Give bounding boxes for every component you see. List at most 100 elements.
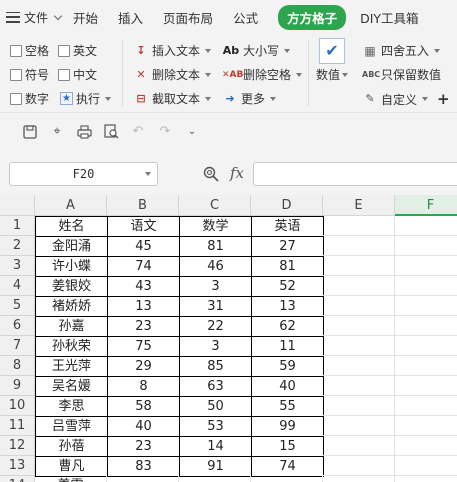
checkbox-box[interactable] [58, 44, 70, 57]
checkbox-number[interactable]: 数字 [10, 90, 49, 107]
cell-e7[interactable] [323, 336, 395, 356]
cell-d9[interactable]: 40 [251, 376, 324, 397]
cell-d8[interactable]: 59 [251, 356, 324, 377]
tab-formulas[interactable]: 公式 [233, 8, 258, 27]
cell-b1[interactable]: 语文 [107, 216, 180, 237]
row-header-1[interactable]: 1 [0, 216, 35, 236]
cell-d2[interactable]: 27 [251, 236, 324, 257]
delete-text-button[interactable]: ✕ 删除文本 [133, 66, 212, 83]
row-header-13[interactable]: 13 [0, 456, 35, 476]
plus-icon[interactable]: + [437, 90, 450, 108]
spreadsheet-grid[interactable]: A B C D E F 1 姓名 语文 数学 英语 2 金阳涌 45 81 27 3 许小蝶 74 46 81 4 姜银姣 4… [0, 195, 457, 482]
cell-a2[interactable]: 金阳涌 [35, 236, 108, 257]
zoom-search-icon[interactable] [203, 166, 219, 186]
row-header-2[interactable]: 2 [0, 236, 35, 256]
cell-e9[interactable] [323, 376, 395, 396]
row-header-14[interactable]: 14 [0, 476, 35, 482]
cell-e14[interactable] [323, 476, 395, 482]
select-all-corner[interactable] [0, 195, 35, 216]
delete-space-button[interactable]: ✕AB 删除空格 [222, 66, 303, 83]
tab-diy-toolbox[interactable]: DIY工具箱 [360, 8, 418, 27]
cell-a8[interactable]: 王光萍 [35, 356, 108, 377]
cell-f13[interactable] [395, 456, 457, 476]
cell-d12[interactable]: 15 [251, 436, 324, 457]
checkbox-box[interactable] [58, 68, 70, 81]
cell-f5[interactable] [395, 296, 457, 316]
cell-c13[interactable]: 91 [179, 456, 252, 477]
checkbox-symbol[interactable]: 符号 [10, 66, 49, 83]
cell-c4[interactable]: 3 [179, 276, 252, 297]
cell-a14[interactable]: 姜雪 [35, 476, 107, 482]
cell-c2[interactable]: 81 [179, 236, 252, 257]
row-header-3[interactable]: 3 [0, 256, 35, 276]
cell-f3[interactable] [395, 256, 457, 276]
cell-c3[interactable]: 46 [179, 256, 252, 277]
execute-button[interactable]: ★ 执行 [60, 90, 112, 107]
cell-b4[interactable]: 43 [107, 276, 180, 297]
checkbox-box[interactable] [10, 44, 22, 57]
cell-a6[interactable]: 孙嘉 [35, 316, 108, 337]
cell-c6[interactable]: 22 [179, 316, 252, 337]
formula-input[interactable] [253, 162, 457, 186]
cell-f6[interactable] [395, 316, 457, 336]
insert-text-button[interactable]: ↧ 插入文本 [133, 42, 212, 59]
cell-f4[interactable] [395, 276, 457, 296]
column-header-e[interactable]: E [323, 195, 395, 216]
redo-icon[interactable]: ↷ [157, 124, 173, 140]
cell-d10[interactable]: 55 [251, 396, 324, 417]
tab-home[interactable]: 开始 [73, 8, 98, 27]
cell-e12[interactable] [323, 436, 395, 456]
cell-c7[interactable]: 3 [179, 336, 252, 357]
cell-a1[interactable]: 姓名 [35, 216, 108, 237]
cell-b10[interactable]: 58 [107, 396, 180, 417]
cell-e8[interactable] [323, 356, 395, 376]
cell-f2[interactable] [395, 236, 457, 256]
row-header-11[interactable]: 11 [0, 416, 35, 436]
cell-b14[interactable] [107, 476, 179, 482]
cell-f12[interactable] [395, 436, 457, 456]
cell-e10[interactable] [323, 396, 395, 416]
keep-value-button[interactable]: ABC 只保留数值 [362, 66, 441, 83]
cell-f9[interactable] [395, 376, 457, 396]
customize-toolbar-icon[interactable]: ⌄ [184, 124, 200, 140]
cell-d11[interactable]: 99 [251, 416, 324, 437]
cell-d5[interactable]: 13 [251, 296, 324, 317]
custom-button[interactable]: ✎ 自定义 + [362, 90, 450, 108]
cell-d13[interactable]: 74 [251, 456, 324, 477]
fx-icon[interactable]: fx [230, 164, 244, 182]
tab-fangfang[interactable]: 方方格子 [278, 4, 347, 30]
cell-f14[interactable] [395, 476, 457, 482]
cell-b8[interactable]: 29 [107, 356, 180, 377]
cell-f11[interactable] [395, 416, 457, 436]
cell-b5[interactable]: 13 [107, 296, 180, 317]
cell-e4[interactable] [323, 276, 395, 296]
cell-a9[interactable]: 吴名媛 [35, 376, 108, 397]
cell-b11[interactable]: 40 [107, 416, 180, 437]
save-icon[interactable] [22, 124, 38, 140]
cell-b13[interactable]: 83 [107, 456, 180, 477]
cell-a13[interactable]: 曹凡 [35, 456, 108, 477]
cell-c5[interactable]: 31 [179, 296, 252, 317]
cell-c12[interactable]: 14 [179, 436, 252, 457]
cell-a11[interactable]: 吕雪萍 [35, 416, 108, 437]
tab-insert[interactable]: 插入 [118, 8, 143, 27]
checkbox-box[interactable] [10, 68, 22, 81]
name-box[interactable]: F20 [9, 162, 158, 186]
cell-c8[interactable]: 85 [179, 356, 252, 377]
cell-e5[interactable] [323, 296, 395, 316]
column-header-f[interactable]: F [395, 195, 457, 216]
cell-e11[interactable] [323, 416, 395, 436]
file-menu[interactable]: 文件 [6, 9, 63, 26]
undo-icon[interactable]: ↶ [130, 124, 146, 140]
checkbox-box[interactable] [10, 92, 22, 105]
cell-f7[interactable] [395, 336, 457, 356]
cell-e6[interactable] [323, 316, 395, 336]
cell-c10[interactable]: 50 [179, 396, 252, 417]
row-header-4[interactable]: 4 [0, 276, 35, 296]
cell-c1[interactable]: 数学 [179, 216, 252, 237]
cell-e13[interactable] [323, 456, 395, 476]
case-button[interactable]: Ab 大小写 [222, 42, 291, 59]
round-button[interactable]: ▦ 四舍五入 [362, 42, 441, 59]
cell-d14[interactable] [251, 476, 323, 482]
cell-b9[interactable]: 8 [107, 376, 180, 397]
